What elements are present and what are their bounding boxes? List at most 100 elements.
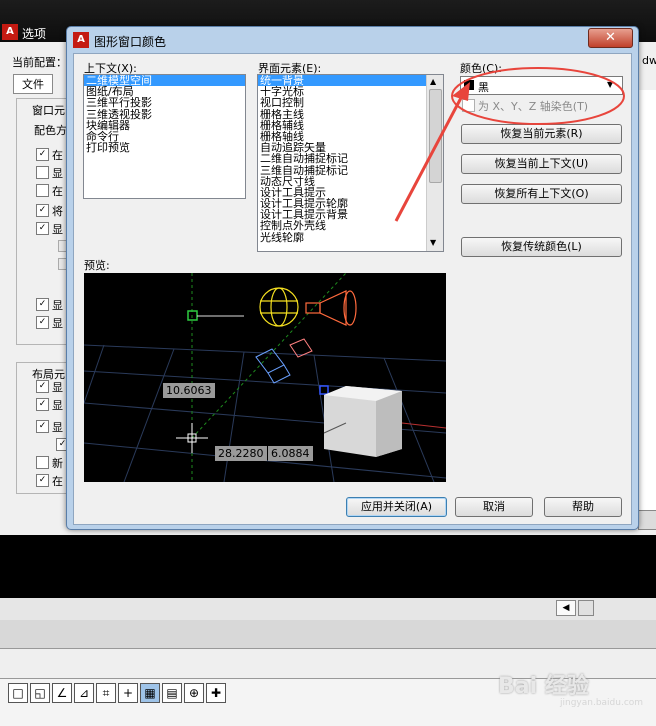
interface-list-item[interactable]: 光线轮廓 <box>258 232 426 243</box>
interface-list-item[interactable]: 设计工具提示背景 <box>258 209 426 220</box>
interface-list-item[interactable]: 栅格轴线 <box>258 131 426 142</box>
dynamic-ucs-icon[interactable]: ▦ <box>140 683 160 703</box>
window-elements-label: 窗口元 <box>32 104 65 117</box>
restore-element-button[interactable]: 恢复当前元素(R) <box>461 124 622 144</box>
context-list-item[interactable]: 三维平行投影 <box>84 97 245 108</box>
layout-item-2: 显 <box>52 399 63 412</box>
object-snap-icon[interactable]: ⌗ <box>96 683 116 703</box>
tint-axes-checkbox[interactable] <box>462 99 475 112</box>
color-scheme-label: 配色方 <box>34 124 67 137</box>
interface-list-item[interactable]: 栅格主线 <box>258 109 426 120</box>
dialog-title: 图形窗口颜色 <box>94 35 167 49</box>
right-edge-button[interactable] <box>638 510 656 530</box>
context-list-item[interactable]: 打印预览 <box>84 142 245 153</box>
lineweight-icon[interactable]: ▤ <box>162 683 182 703</box>
window-checkbox-4[interactable]: ✓ <box>36 204 49 217</box>
color-dropdown[interactable]: 黑 ▼ <box>460 76 623 95</box>
context-list-item[interactable]: 块编辑器 <box>84 120 245 131</box>
scroll-up-arrow-icon[interactable]: ▲ <box>430 77 436 86</box>
interface-items: 统一背景 十字光标 视口控制 栅格主线 栅格辅线 栅格轴线 自动追踪矢量 二维自动捕捉标记 三维… <box>258 75 426 251</box>
interface-list-item[interactable]: 设计工具提示 <box>258 187 426 198</box>
selection-cycling-icon[interactable]: ✚ <box>206 683 226 703</box>
object-snap-tracking-icon[interactable]: + <box>118 683 138 703</box>
layout-checkbox-2[interactable]: ✓ <box>36 398 49 411</box>
interface-list-item[interactable]: 视口控制 <box>258 97 426 108</box>
drawing-area-strip <box>0 535 656 598</box>
scrollbar-thumb[interactable] <box>429 89 442 183</box>
dimension-value-1: 10.6063 <box>163 383 215 398</box>
scroll-thumb[interactable] <box>578 600 594 616</box>
baidu-watermark: Bai 经验 <box>498 674 589 699</box>
scroll-left-arrow-icon[interactable]: ◀ <box>556 600 576 616</box>
preview-viewport: 10.6063 28.2280 6.0884 <box>84 273 446 482</box>
window-checkbox-3[interactable] <box>36 184 49 197</box>
context-listbox[interactable]: 二维模型空间 图纸/布局 三维平行投影 三维透视投影 块编辑器 命令行 打印预览 <box>83 74 246 199</box>
dimension-value-3: 6.0884 <box>268 446 313 461</box>
autocad-logo-icon: A <box>73 32 89 48</box>
window-checkbox-2[interactable] <box>36 166 49 179</box>
polar-tracking-icon[interactable]: ⊿ <box>74 683 94 703</box>
quick-properties-icon[interactable]: ⊕ <box>184 683 204 703</box>
color-label: 颜色(C): <box>460 62 502 75</box>
restore-classic-button[interactable]: 恢复传统颜色(L) <box>461 237 622 257</box>
interface-list-item[interactable]: 二维自动捕捉标记 <box>258 153 426 164</box>
interface-list-item[interactable]: 动态尺寸线 <box>258 176 426 187</box>
restore-context-button[interactable]: 恢复当前上下文(U) <box>461 154 622 174</box>
autocad-logo-icon: A <box>2 24 18 40</box>
window-item-8: 显 <box>52 299 63 312</box>
context-list-item[interactable]: 二维模型空间 <box>84 75 245 87</box>
apply-close-button[interactable]: 应用并关闭(A) <box>346 497 447 517</box>
scroll-down-arrow-icon[interactable]: ▼ <box>430 238 436 247</box>
right-panel-edge <box>638 90 656 530</box>
tint-axes-label: 为 X、Y、Z 轴染色(T) <box>478 100 589 113</box>
context-list-item[interactable]: 图纸/布局 <box>84 86 245 97</box>
baidu-watermark-url: jingyan.baidu.com <box>560 698 644 708</box>
window-checkbox-5[interactable]: ✓ <box>36 222 49 235</box>
window-item-2: 显 <box>52 167 63 180</box>
tab-file[interactable]: 文件 <box>13 74 53 94</box>
color-swatch <box>464 80 474 90</box>
grid-display-icon[interactable]: ◱ <box>30 683 50 703</box>
interface-list-item[interactable]: 十字光标 <box>258 86 426 97</box>
layout-checkbox-6[interactable]: ✓ <box>36 474 49 487</box>
layout-checkbox-3[interactable]: ✓ <box>36 420 49 433</box>
layout-item-6: 在 <box>52 475 63 488</box>
horizontal-scroll-area: ◀ <box>0 598 656 621</box>
interface-list-item[interactable]: 设计工具提示轮廓 <box>258 198 426 209</box>
restore-all-button[interactable]: 恢复所有上下文(O) <box>461 184 622 204</box>
app-window-title: 选项 <box>22 27 47 41</box>
chevron-down-icon[interactable]: ▼ <box>607 80 613 89</box>
help-button[interactable]: 帮助 <box>544 497 622 517</box>
dimension-value-2: 28.2280 <box>215 446 267 461</box>
window-item-3: 在 <box>52 185 63 198</box>
window-item-4: 将 <box>52 205 63 218</box>
layout-item-5: 新 <box>52 457 63 470</box>
context-list-item[interactable]: 三维透视投影 <box>84 109 245 120</box>
dialog-title-bar[interactable]: A 图形窗口颜色 ✕ <box>67 27 638 53</box>
window-checkbox-6[interactable]: ✓ <box>36 298 49 311</box>
window-checkbox-7[interactable]: ✓ <box>36 316 49 329</box>
window-item-5: 显 <box>52 223 63 236</box>
interface-list-item[interactable]: 统一背景 <box>258 75 426 87</box>
preview-label: 预览: <box>84 259 110 272</box>
cancel-button[interactable]: 取消 <box>455 497 533 517</box>
layout-item-3: 显 <box>52 421 63 434</box>
graphics-window-colors-dialog: A 图形窗口颜色 ✕ 上下文(X): 二维模型空间 图纸/布局 三维平行投影 三维透视… <box>66 26 639 530</box>
current-config-label: 当前配置： <box>12 56 67 69</box>
window-item-1: 在 <box>52 149 63 162</box>
interface-list-item[interactable]: 控制点外壳线 <box>258 220 426 231</box>
interface-list-item[interactable]: 栅格辅线 <box>258 120 426 131</box>
layout-checkbox-5[interactable] <box>36 456 49 469</box>
layout-checkbox-1[interactable]: ✓ <box>36 380 49 393</box>
dialog-content: 上下文(X): 二维模型空间 图纸/布局 三维平行投影 三维透视投影 块编辑器 命令行 打印… <box>73 53 632 525</box>
close-button[interactable]: ✕ <box>588 28 633 48</box>
window-checkbox-1[interactable]: ✓ <box>36 148 49 161</box>
interface-list-item[interactable]: 自动追踪矢量 <box>258 142 426 153</box>
interface-element-listbox[interactable]: 统一背景 十字光标 视口控制 栅格主线 栅格辅线 栅格轴线 自动追踪矢量 二维自动捕捉标记 三维… <box>257 74 444 252</box>
context-list-item[interactable]: 命令行 <box>84 131 245 142</box>
color-value: 黑 <box>478 81 489 94</box>
interface-list-item[interactable]: 三维自动捕捉标记 <box>258 165 426 176</box>
snap-mode-icon[interactable]: □ <box>8 683 28 703</box>
ortho-mode-icon[interactable]: ∠ <box>52 683 72 703</box>
interface-scrollbar[interactable]: ▲ ▼ <box>426 75 443 251</box>
